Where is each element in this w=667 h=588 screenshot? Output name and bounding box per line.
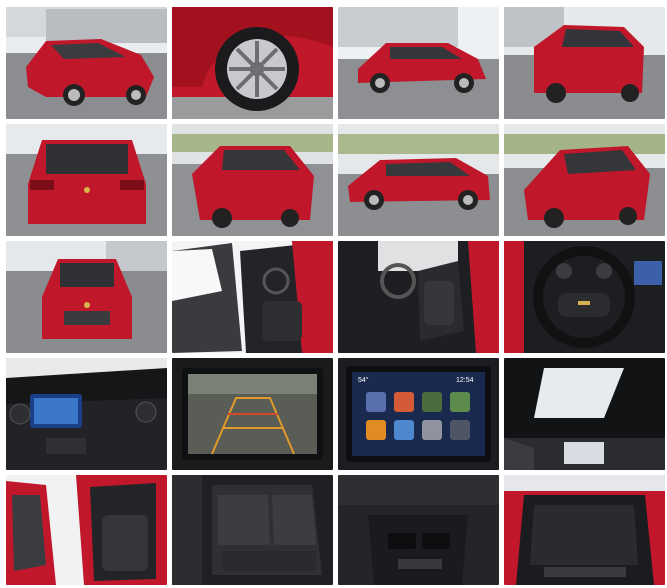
screen-clock: 12:54	[456, 377, 474, 384]
car-photo	[6, 358, 167, 470]
photo-rear-exterior[interactable]	[6, 124, 167, 236]
photo-rear-seats[interactable]	[172, 475, 333, 585]
photo-front-quarter-exterior[interactable]	[6, 7, 167, 119]
car-photo	[504, 124, 665, 236]
photo-sunroof-headliner[interactable]	[504, 358, 665, 470]
car-photo	[172, 241, 333, 353]
photo-rear-quarter-exterior-2[interactable]	[172, 124, 333, 236]
car-photo	[172, 7, 333, 119]
photo-driver-door-open[interactable]	[172, 241, 333, 353]
car-photo	[172, 358, 333, 470]
photo-steering-wheel-dashboard[interactable]	[504, 241, 665, 353]
car-photo	[504, 241, 665, 353]
photo-wheel-closeup[interactable]	[172, 7, 333, 119]
photo-backup-camera-screen[interactable]	[172, 358, 333, 470]
car-photo	[6, 475, 167, 585]
car-photo	[338, 475, 499, 585]
car-photo: 54° 12:54	[338, 358, 499, 470]
photo-center-console-dashboard[interactable]	[6, 358, 167, 470]
photo-side-profile-exterior[interactable]	[338, 7, 499, 119]
car-photo	[172, 475, 333, 585]
car-photo	[6, 7, 167, 119]
photo-front-exterior[interactable]	[6, 241, 167, 353]
car-photo	[338, 241, 499, 353]
photo-driver-interior[interactable]	[338, 241, 499, 353]
car-photo	[504, 7, 665, 119]
photo-rear-door-open[interactable]	[6, 475, 167, 585]
photo-cargo-area[interactable]	[504, 475, 665, 585]
car-photo	[6, 124, 167, 236]
car-photo	[338, 124, 499, 236]
car-photo	[504, 475, 665, 585]
car-photo	[338, 7, 499, 119]
photo-front-quarter-exterior-2[interactable]	[504, 124, 665, 236]
photo-rear-quarter-exterior[interactable]	[504, 7, 665, 119]
car-photo	[6, 241, 167, 353]
photo-gallery: 54° 12:54	[6, 7, 665, 585]
photo-side-profile-exterior-2[interactable]	[338, 124, 499, 236]
car-photo	[172, 124, 333, 236]
photo-rear-console-vents[interactable]	[338, 475, 499, 585]
screen-temp: 54°	[358, 376, 369, 384]
photo-infotainment-home-screen[interactable]: 54° 12:54	[338, 358, 499, 470]
car-photo	[504, 358, 665, 470]
